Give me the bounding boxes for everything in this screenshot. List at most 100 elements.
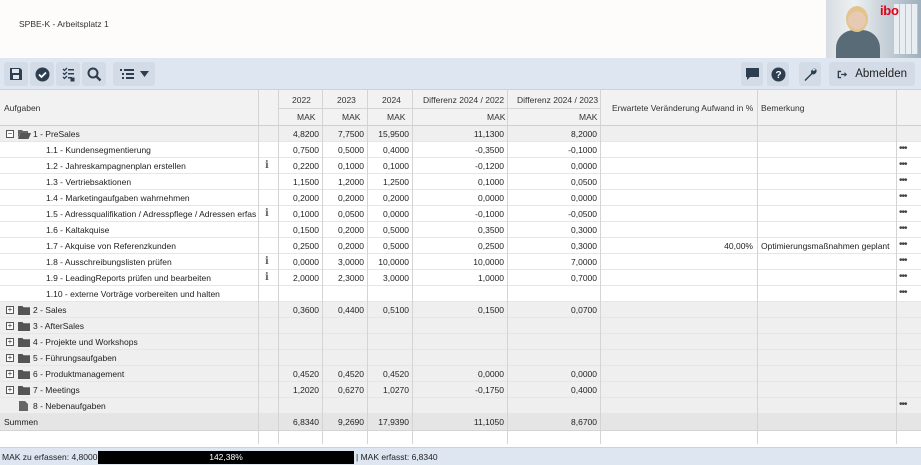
- more-options-icon[interactable]: •••: [899, 270, 913, 286]
- cell-v2023[interactable]: 7,7500: [324, 126, 364, 142]
- cell-remark[interactable]: [761, 318, 893, 334]
- col-expected-change[interactable]: Erwartete Veränderung Aufwand in %: [612, 103, 753, 113]
- cell-d1[interactable]: 11,1300: [414, 126, 504, 142]
- cell-v2023[interactable]: 0,5000: [324, 142, 364, 158]
- table-row[interactable]: − 1 - PreSales 4,8200 7,7500 15,9500 11,1300 8…: [0, 126, 921, 142]
- more-options-icon[interactable]: •••: [899, 158, 913, 174]
- table-row[interactable]: 1.9 - LeadingReports prüfen und bearbeit…: [0, 270, 921, 286]
- info-icon[interactable]: i: [265, 256, 271, 267]
- settings-button[interactable]: [799, 62, 821, 86]
- cell-v2024[interactable]: [369, 318, 409, 334]
- cell-remark[interactable]: [761, 126, 893, 142]
- cell-d2[interactable]: 0,0000: [509, 190, 597, 206]
- info-icon[interactable]: i: [265, 160, 271, 171]
- more-options-icon[interactable]: •••: [899, 254, 913, 270]
- cell-exp[interactable]: [602, 190, 753, 206]
- search-button[interactable]: [82, 62, 106, 86]
- cell-v2024[interactable]: 0,5000: [369, 222, 409, 238]
- cell-d2[interactable]: 0,4000: [509, 382, 597, 398]
- expand-icon[interactable]: +: [6, 370, 14, 378]
- table-row[interactable]: 8 - Nebenaufgaben •••: [0, 398, 921, 414]
- logout-button[interactable]: Abmelden: [829, 62, 915, 86]
- cell-remark[interactable]: [761, 174, 893, 190]
- help-button[interactable]: ?: [767, 62, 789, 86]
- col-2022[interactable]: 2022: [292, 95, 311, 105]
- more-options-icon[interactable]: •••: [899, 206, 913, 222]
- cell-v2024[interactable]: 0,2000: [369, 190, 409, 206]
- cell-d2[interactable]: 8,2000: [509, 126, 597, 142]
- view-menu-button[interactable]: [113, 62, 155, 86]
- more-options-icon[interactable]: •••: [899, 174, 913, 190]
- cell-v2022[interactable]: 0,1500: [279, 222, 319, 238]
- cell-exp[interactable]: [602, 254, 753, 270]
- cell-v2023[interactable]: 0,4400: [324, 302, 364, 318]
- cell-v2024[interactable]: [369, 398, 409, 414]
- cell-v2022[interactable]: [279, 318, 319, 334]
- cell-exp[interactable]: [602, 270, 753, 286]
- more-options-icon[interactable]: •••: [899, 398, 913, 414]
- cell-v2024[interactable]: 0,5000: [369, 238, 409, 254]
- cell-v2022[interactable]: 0,1000: [279, 206, 319, 222]
- collapse-icon[interactable]: −: [6, 130, 14, 138]
- col-2024[interactable]: 2024: [382, 95, 401, 105]
- cell-d2[interactable]: -0,0500: [509, 206, 597, 222]
- cell-v2024[interactable]: 10,0000: [369, 254, 409, 270]
- cell-remark[interactable]: Optimierungsmaßnahmen geplant: [761, 238, 893, 254]
- table-row[interactable]: +5 - Führungsaufgaben: [0, 350, 921, 366]
- info-icon[interactable]: i: [265, 208, 271, 219]
- save-button[interactable]: [4, 62, 28, 86]
- cell-v2022[interactable]: 0,3600: [279, 302, 319, 318]
- cell-v2023[interactable]: 0,2000: [324, 190, 364, 206]
- table-row[interactable]: 1.6 - Kaltakquise 0,1500 0,2000 0,5000 0,350…: [0, 222, 921, 238]
- cell-v2024[interactable]: 0,5100: [369, 302, 409, 318]
- cell-v2022[interactable]: 0,2200: [279, 158, 319, 174]
- cell-d1[interactable]: [414, 350, 504, 366]
- cell-v2022[interactable]: [279, 286, 319, 302]
- confirm-button[interactable]: [30, 62, 54, 86]
- cell-d2[interactable]: 7,0000: [509, 254, 597, 270]
- cell-remark[interactable]: [761, 398, 893, 414]
- expand-icon[interactable]: +: [6, 354, 14, 362]
- cell-v2023[interactable]: [324, 334, 364, 350]
- cell-remark[interactable]: [761, 158, 893, 174]
- expand-icon[interactable]: +: [6, 386, 14, 394]
- cell-v2023[interactable]: [324, 286, 364, 302]
- cell-v2023[interactable]: 0,1000: [324, 158, 364, 174]
- cell-d2[interactable]: [509, 350, 597, 366]
- cell-v2022[interactable]: 0,0000: [279, 254, 319, 270]
- cell-d1[interactable]: -0,1200: [414, 158, 504, 174]
- cell-d2[interactable]: -0,1000: [509, 142, 597, 158]
- cell-v2022[interactable]: [279, 398, 319, 414]
- info-icon[interactable]: i: [265, 272, 271, 283]
- cell-v2024[interactable]: 1,0270: [369, 382, 409, 398]
- cell-exp[interactable]: [602, 334, 753, 350]
- cell-v2024[interactable]: 3,0000: [369, 270, 409, 286]
- table-row[interactable]: 1.4 - Marketingaufgaben wahrnehmen 0,2000…: [0, 190, 921, 206]
- cell-remark[interactable]: [761, 206, 893, 222]
- cell-remark[interactable]: [761, 270, 893, 286]
- cell-v2024[interactable]: 0,0000: [369, 206, 409, 222]
- cell-exp[interactable]: [602, 206, 753, 222]
- cell-exp[interactable]: 40,00%: [602, 238, 753, 254]
- table-row[interactable]: +7 - Meetings 1,2020 0,6270 1,0270 -0,1750 0,…: [0, 382, 921, 398]
- cell-exp[interactable]: [602, 126, 753, 142]
- table-row[interactable]: 1.8 - Ausschreibungslisten prüfen i 0,0000…: [0, 254, 921, 270]
- cell-v2022[interactable]: 2,0000: [279, 270, 319, 286]
- cell-remark[interactable]: [761, 190, 893, 206]
- cell-d2[interactable]: 0,0000: [509, 366, 597, 382]
- table-row[interactable]: 1.10 - externe Vorträge vorbereiten und …: [0, 286, 921, 302]
- cell-v2024[interactable]: [369, 350, 409, 366]
- table-row[interactable]: 1.1 - Kundensegmentierung 0,7500 0,5000 0,4…: [0, 142, 921, 158]
- cell-d2[interactable]: [509, 286, 597, 302]
- cell-v2024[interactable]: 15,9500: [369, 126, 409, 142]
- cell-d1[interactable]: 0,3500: [414, 222, 504, 238]
- cell-v2023[interactable]: 0,6270: [324, 382, 364, 398]
- cell-remark[interactable]: [761, 142, 893, 158]
- cell-remark[interactable]: [761, 350, 893, 366]
- cell-remark[interactable]: [761, 366, 893, 382]
- cell-v2023[interactable]: 2,3000: [324, 270, 364, 286]
- table-row[interactable]: 1.2 - Jahreskampagnenplan erstellen i 0,22…: [0, 158, 921, 174]
- cell-d1[interactable]: 10,0000: [414, 254, 504, 270]
- cell-d2[interactable]: 0,0500: [509, 174, 597, 190]
- cell-remark[interactable]: [761, 382, 893, 398]
